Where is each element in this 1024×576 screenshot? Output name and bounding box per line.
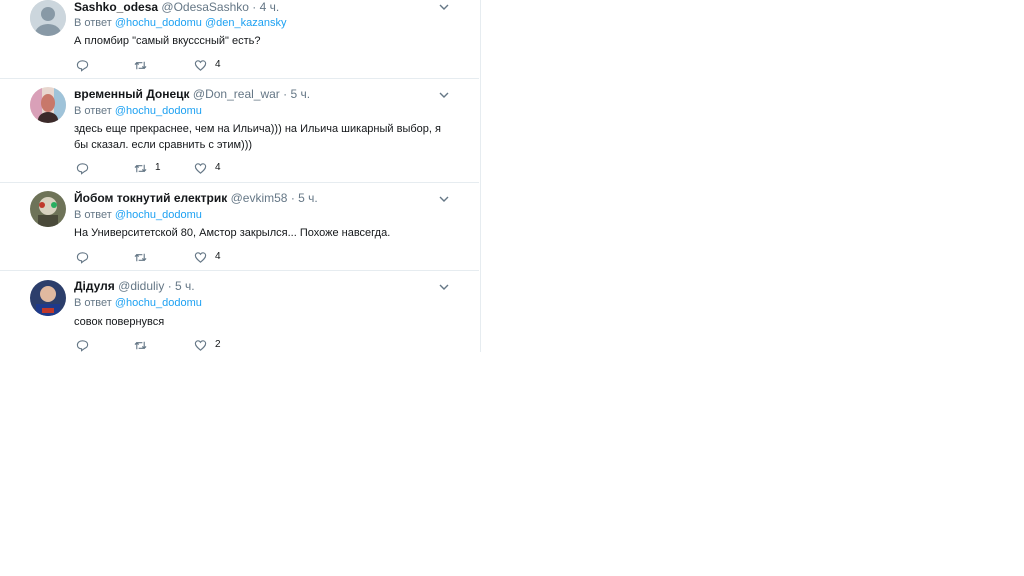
reply-button[interactable] <box>76 338 89 352</box>
mention-link[interactable]: @hochu_dodomu <box>115 17 202 29</box>
tweet-header: Sashko_odesa @OdesaSashko · 4 ч. <box>74 0 279 14</box>
avatar[interactable] <box>30 280 66 316</box>
tweet-actions: 2 <box>76 338 276 352</box>
reply-icon <box>76 59 89 72</box>
chevron-down-icon[interactable] <box>439 2 449 12</box>
retweet-button[interactable] <box>134 58 155 72</box>
timestamp[interactable]: 4 ч. <box>260 0 280 14</box>
reply-button[interactable] <box>76 58 89 72</box>
mention-link[interactable]: @hochu_dodomu <box>115 297 202 309</box>
avatar[interactable] <box>30 87 66 123</box>
like-button[interactable]: 4 <box>194 161 221 175</box>
tweet-item[interactable]: Йобом токнутий електрик @evkim58 · 5 ч. … <box>0 182 479 271</box>
retweet-button[interactable] <box>134 250 155 264</box>
like-count: 4 <box>215 59 221 70</box>
fullname[interactable]: временный Донецк <box>74 87 190 101</box>
chevron-down-icon[interactable] <box>439 282 449 292</box>
tweet-text: здесь еще прекраснее, чем на Ильича))) н… <box>74 123 441 151</box>
retweet-count: 1 <box>155 162 161 173</box>
reply-icon <box>76 251 89 264</box>
like-count: 4 <box>215 251 221 262</box>
username[interactable]: @OdesaSashko <box>161 0 249 14</box>
fullname[interactable]: Дідуля <box>74 279 115 293</box>
tweet-text: А пломбир "самый вкусссный" есть? <box>74 35 261 47</box>
retweet-icon <box>134 253 147 261</box>
like-button[interactable]: 4 <box>194 58 221 72</box>
heart-icon <box>194 162 207 174</box>
mention-link[interactable]: @hochu_dodomu <box>115 105 202 117</box>
like-button[interactable]: 4 <box>194 250 221 264</box>
like-count: 4 <box>215 162 221 173</box>
username[interactable]: @diduliy <box>118 279 164 293</box>
tweet-header: Йобом токнутий електрик @evkim58 · 5 ч. <box>74 191 318 205</box>
reply-prefix: В ответ <box>74 17 112 29</box>
tweet-actions: 4 <box>76 250 276 264</box>
fullname[interactable]: Sashko_odesa <box>74 0 158 14</box>
tweet-item[interactable]: Дідуля @diduliy · 5 ч. В ответ @hochu_do… <box>0 270 479 352</box>
reply-context: В ответ @hochu_dodomu <box>74 104 202 118</box>
tweet-text: На Университетской 80, Амстор закрылся..… <box>74 227 391 239</box>
fullname[interactable]: Йобом токнутий електрик <box>74 191 227 205</box>
tweet-item[interactable]: временный Донецк @Don_real_war · 5 ч. В … <box>0 78 479 183</box>
tweet-item[interactable]: Sashko_odesa @OdesaSashko · 4 ч. В ответ… <box>0 0 479 79</box>
reply-icon <box>76 162 89 175</box>
heart-icon <box>194 251 207 263</box>
username[interactable]: @evkim58 <box>231 191 288 205</box>
retweet-button[interactable] <box>134 338 155 352</box>
tweet-actions: 1 4 <box>76 161 276 175</box>
avatar-image <box>30 191 66 227</box>
like-count: 2 <box>215 339 221 350</box>
avatar[interactable] <box>30 191 66 227</box>
username[interactable]: @Don_real_war <box>193 87 280 101</box>
tweet-actions: 4 <box>76 58 276 72</box>
mention-link[interactable]: @hochu_dodomu <box>115 209 202 221</box>
retweet-icon <box>134 164 147 172</box>
like-button[interactable]: 2 <box>194 338 221 352</box>
avatar-image <box>30 87 66 123</box>
reply-icon <box>76 339 89 352</box>
separator-dot: · <box>252 0 257 14</box>
heart-icon <box>194 59 207 71</box>
heart-icon <box>194 339 207 351</box>
reply-context: В ответ @hochu_dodomu <box>74 208 202 222</box>
retweet-icon <box>134 341 147 349</box>
tweet-text: совок повернувся <box>74 316 165 328</box>
timestamp[interactable]: 5 ч. <box>290 87 310 101</box>
default-avatar-icon <box>30 0 66 36</box>
chevron-down-icon[interactable] <box>439 194 449 204</box>
separator-dot: · <box>283 87 288 101</box>
retweet-icon <box>134 61 147 69</box>
reply-button[interactable] <box>76 250 89 264</box>
reply-prefix: В ответ <box>74 297 112 309</box>
mention-link[interactable]: @den_kazansky <box>205 17 287 29</box>
retweet-button[interactable]: 1 <box>134 161 161 175</box>
replies-timeline: Sashko_odesa @OdesaSashko · 4 ч. В ответ… <box>0 0 481 352</box>
timestamp[interactable]: 5 ч. <box>175 279 195 293</box>
separator-dot: · <box>290 191 295 205</box>
reply-context: В ответ @hochu_dodomu <box>74 296 202 310</box>
separator-dot: · <box>167 279 172 293</box>
reply-prefix: В ответ <box>74 105 112 117</box>
timestamp[interactable]: 5 ч. <box>298 191 318 205</box>
tweet-header: временный Донецк @Don_real_war · 5 ч. <box>74 87 310 101</box>
reply-context: В ответ @hochu_dodomu @den_kazansky <box>74 16 286 30</box>
avatar-image <box>30 280 66 316</box>
avatar[interactable] <box>30 0 66 36</box>
reply-button[interactable] <box>76 161 89 175</box>
chevron-down-icon[interactable] <box>439 90 449 100</box>
reply-prefix: В ответ <box>74 209 112 221</box>
tweet-header: Дідуля @diduliy · 5 ч. <box>74 279 195 293</box>
